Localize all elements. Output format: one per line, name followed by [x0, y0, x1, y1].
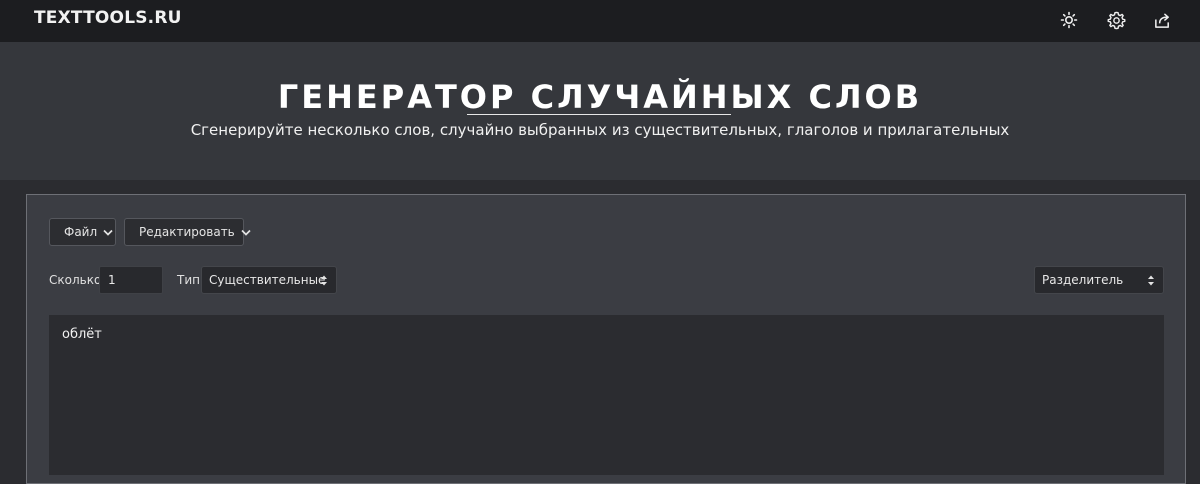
- count-input[interactable]: 1: [99, 266, 163, 294]
- share-icon[interactable]: [1151, 9, 1173, 31]
- separator-select-value: Разделитель: [1042, 273, 1124, 287]
- type-label: Тип: [177, 273, 200, 287]
- edit-menu-button[interactable]: Редактировать: [124, 218, 251, 246]
- updown-arrows-icon: [1147, 274, 1155, 290]
- output-text: облёт: [62, 327, 102, 342]
- edit-menu-label: Редактировать: [139, 225, 235, 239]
- generator-panel: Файл Редактировать Сколько 1 Тип Существ…: [26, 194, 1186, 484]
- count-label: Сколько: [49, 273, 102, 287]
- sun-icon[interactable]: [1058, 9, 1080, 31]
- output-textarea[interactable]: облёт: [49, 315, 1164, 475]
- hero-section: ГЕНЕРАТОР СЛУЧАЙНЫХ СЛОВ Сгенерируйте не…: [0, 42, 1200, 180]
- file-menu-button[interactable]: Файл: [49, 218, 116, 246]
- separator-select[interactable]: Разделитель: [1034, 266, 1164, 294]
- page-subtitle: Сгенерируйте несколько слов, случайно вы…: [190, 121, 1010, 139]
- gear-icon[interactable]: [1105, 9, 1127, 31]
- page-title: ГЕНЕРАТОР СЛУЧАЙНЫХ СЛОВ: [277, 78, 923, 116]
- updown-arrows-icon: [320, 274, 328, 290]
- chevron-down-icon: [241, 229, 251, 236]
- file-menu-label: Файл: [64, 225, 98, 239]
- chevron-down-icon: [103, 229, 113, 236]
- type-select-value: Существительные: [209, 273, 326, 287]
- site-brand-link[interactable]: TEXTTOOLS.RU: [34, 8, 182, 28]
- type-select[interactable]: Существительные: [201, 266, 337, 294]
- title-underline: [467, 114, 731, 115]
- top-navbar: TEXTTOOLS.RU: [0, 0, 1200, 42]
